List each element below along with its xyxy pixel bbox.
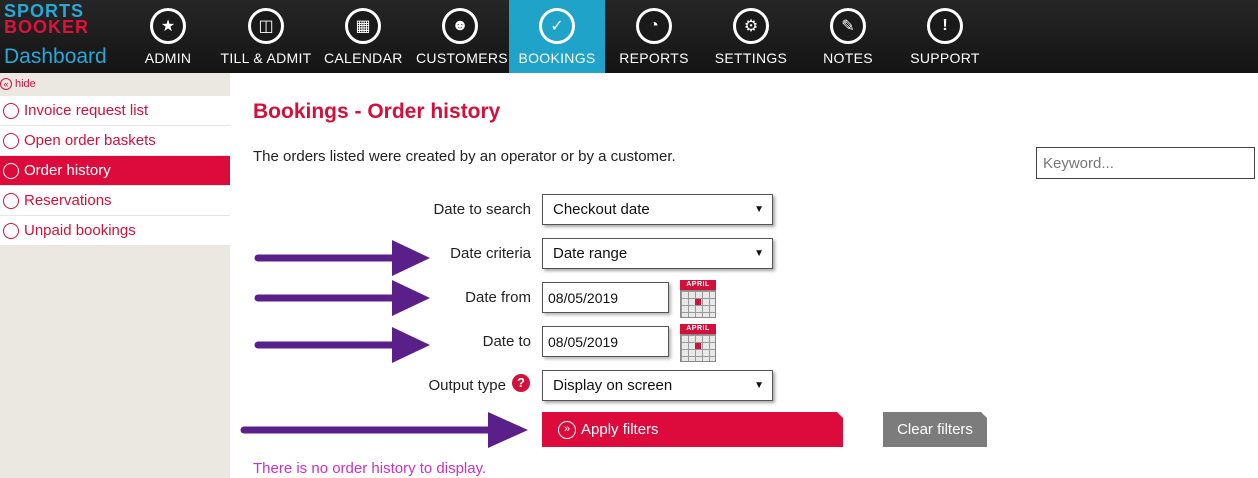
- nav-notes[interactable]: ✎ NOTES: [818, 0, 878, 73]
- nav-label: TILL & ADMIT: [220, 50, 312, 66]
- nav-calendar[interactable]: ▦ CALENDAR: [324, 0, 402, 73]
- date-to-search-value: Checkout date: [553, 201, 650, 218]
- top-navigation-bar: SPORTS BOOKER Dashboard ★ ADMIN ◫ TILL &…: [0, 0, 1258, 73]
- nav-label: SETTINGS: [714, 50, 788, 66]
- annotation-arrow: [254, 327, 430, 363]
- nav-customers[interactable]: ☻ CUSTOMERS: [416, 0, 508, 73]
- apply-filters-label: Apply filters: [581, 421, 659, 438]
- sidebar-item-label: Order history: [24, 162, 111, 179]
- sidebar-item-label: Invoice request list: [24, 102, 149, 119]
- dropdown-caret-icon: ▼: [754, 204, 764, 215]
- hide-label: hide: [15, 78, 36, 90]
- date-to-search-label: Date to search: [433, 201, 531, 218]
- page-title: Bookings - Order history: [253, 100, 501, 123]
- nav-label: SUPPORT: [910, 50, 980, 66]
- output-type-label: Output type: [428, 377, 506, 394]
- nav-label: REPORTS: [619, 50, 689, 66]
- circle-bullet-icon: [3, 192, 19, 209]
- annotation-arrow: [254, 280, 430, 316]
- nav-till-admit[interactable]: ◫ TILL & ADMIT: [218, 0, 314, 73]
- empty-results-message: There is no order history to display.: [253, 460, 487, 477]
- page-intro-text: The orders listed were created by an ope…: [253, 148, 676, 165]
- clear-filters-label: Clear filters: [897, 421, 973, 438]
- nav-reports[interactable]: ◔ REPORTS: [615, 0, 693, 73]
- date-from-label: Date from: [465, 289, 531, 306]
- calendar-selected-day: [695, 299, 701, 305]
- circle-bullet-icon: [3, 222, 19, 239]
- calendar-icon: ▦: [345, 8, 381, 44]
- double-chevron-right-icon: »: [558, 420, 576, 439]
- nav-settings[interactable]: ⚙ SETTINGS: [713, 0, 789, 73]
- date-to-search-select[interactable]: Checkout date ▼: [542, 194, 773, 225]
- nav-bookings[interactable]: ✓ BOOKINGS: [509, 0, 605, 73]
- date-to-label: Date to: [482, 333, 531, 350]
- nav-label: ADMIN: [144, 50, 192, 66]
- dashboard-link[interactable]: Dashboard: [4, 46, 107, 68]
- sidebar-item-order-history[interactable]: Order history: [0, 156, 230, 186]
- calendar-selected-day: [695, 343, 701, 349]
- sports-booker-logo[interactable]: SPORTS BOOKER Dashboard: [0, 0, 140, 73]
- circle-bullet-icon: [3, 102, 19, 119]
- date-to-input[interactable]: [542, 326, 669, 357]
- date-from-input[interactable]: [542, 282, 669, 313]
- annotation-arrow: [254, 240, 430, 276]
- double-chevron-left-icon: «: [0, 78, 12, 90]
- circle-bullet-icon: [3, 162, 19, 179]
- date-to-calendar-icon[interactable]: APRIL: [680, 324, 716, 362]
- calendar-month: APRIL: [680, 324, 716, 334]
- nav-admin[interactable]: ★ ADMIN: [140, 0, 196, 73]
- annotation-arrow: [240, 412, 528, 448]
- gear-icon: ⚙: [733, 8, 769, 44]
- date-criteria-select[interactable]: Date range ▼: [542, 238, 773, 269]
- note-icon: ✎: [830, 8, 866, 44]
- date-criteria-label: Date criteria: [450, 245, 531, 262]
- medal-icon: ★: [150, 8, 186, 44]
- sidebar-item-reservations[interactable]: Reservations: [0, 186, 230, 216]
- dropdown-caret-icon: ▼: [754, 248, 764, 259]
- circle-bullet-icon: [3, 132, 19, 149]
- nav-label: CALENDAR: [324, 50, 403, 66]
- sidebar-item-open-order-baskets[interactable]: Open order baskets: [0, 126, 230, 156]
- exclamation-icon: !: [927, 8, 963, 44]
- help-question-icon[interactable]: ?: [512, 374, 530, 392]
- sidebar-item-label: Unpaid bookings: [24, 222, 136, 239]
- hide-sidebar-link[interactable]: « hide: [0, 78, 36, 90]
- dropdown-caret-icon: ▼: [754, 380, 764, 391]
- sidebar: « hide Invoice request list Open order b…: [0, 73, 230, 478]
- logo-booker-text: BOOKER: [4, 17, 90, 37]
- output-type-value: Display on screen: [553, 377, 673, 394]
- calendar-month: APRIL: [680, 280, 716, 290]
- sidebar-item-invoice-request-list[interactable]: Invoice request list: [0, 96, 230, 126]
- nav-support[interactable]: ! SUPPORT: [909, 0, 981, 73]
- check-icon: ✓: [539, 8, 575, 44]
- gate-icon: ◫: [248, 8, 284, 44]
- sidebar-item-label: Open order baskets: [24, 132, 156, 149]
- person-icon: ☻: [442, 8, 478, 44]
- sidebar-menu: Invoice request list Open order baskets …: [0, 96, 230, 246]
- nav-label: BOOKINGS: [518, 50, 596, 66]
- nav-label: NOTES: [823, 50, 873, 66]
- output-type-select[interactable]: Display on screen ▼: [542, 370, 773, 401]
- date-criteria-value: Date range: [553, 245, 628, 262]
- date-from-calendar-icon[interactable]: APRIL: [680, 280, 716, 318]
- apply-filters-button[interactable]: » Apply filters: [542, 412, 843, 447]
- nav-label: CUSTOMERS: [416, 50, 508, 66]
- sidebar-item-unpaid-bookings[interactable]: Unpaid bookings: [0, 216, 230, 246]
- pie-chart-icon: ◔: [636, 8, 672, 44]
- clear-filters-button[interactable]: Clear filters: [883, 412, 987, 447]
- sidebar-item-label: Reservations: [24, 192, 112, 209]
- keyword-search-input[interactable]: [1036, 147, 1255, 179]
